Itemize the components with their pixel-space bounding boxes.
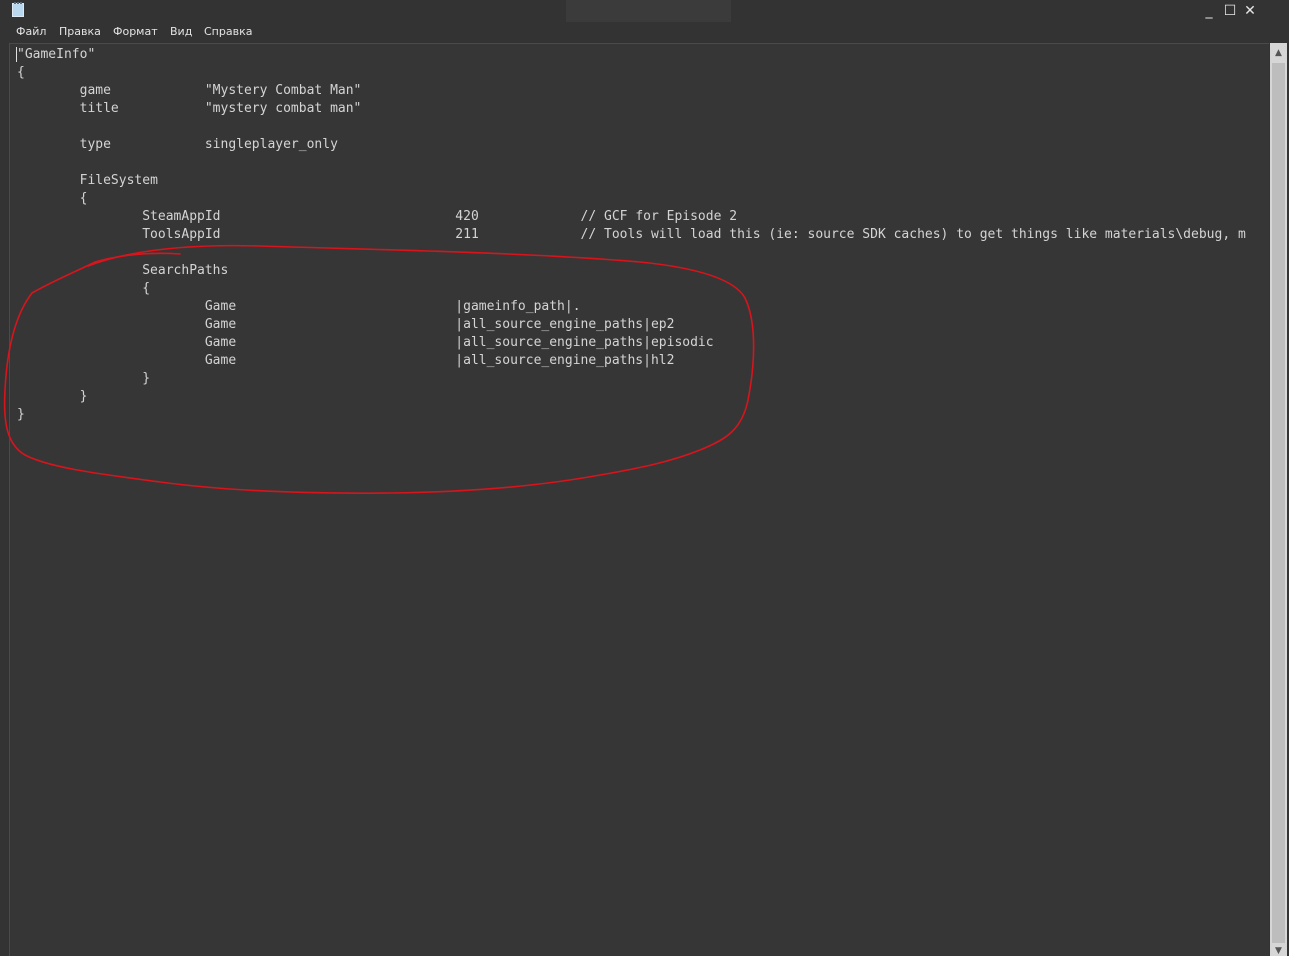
minimize-button[interactable]: _: [1199, 1, 1219, 21]
text-editor[interactable]: "GameInfo" { game "Mystery Combat Man" t…: [9, 43, 1269, 956]
menu-bar: Файл Правка Формат Вид Справка: [0, 22, 1289, 43]
menu-format[interactable]: Формат: [113, 25, 158, 38]
title-area: [566, 0, 731, 22]
text-caret: [16, 47, 17, 62]
scroll-thumb[interactable]: [1272, 63, 1285, 943]
vertical-scrollbar[interactable]: ▲ ▼: [1270, 43, 1287, 956]
notepad-icon[interactable]: [12, 2, 24, 17]
title-bar[interactable]: _ ☐ ✕: [0, 0, 1289, 22]
menu-file[interactable]: Файл: [16, 25, 46, 38]
menu-view[interactable]: Вид: [170, 25, 192, 38]
editor-text[interactable]: "GameInfo" { game "Mystery Combat Man" t…: [17, 46, 1246, 424]
scroll-up-arrow-icon[interactable]: ▲: [1270, 46, 1287, 60]
maximize-button[interactable]: ☐: [1220, 1, 1240, 21]
menu-help[interactable]: Справка: [204, 25, 252, 38]
notepad-window: _ ☐ ✕ Файл Правка Формат Вид Справка "Ga…: [0, 0, 1289, 956]
close-button[interactable]: ✕: [1240, 1, 1260, 21]
scroll-down-arrow-icon[interactable]: ▼: [1270, 946, 1287, 956]
menu-edit[interactable]: Правка: [59, 25, 101, 38]
